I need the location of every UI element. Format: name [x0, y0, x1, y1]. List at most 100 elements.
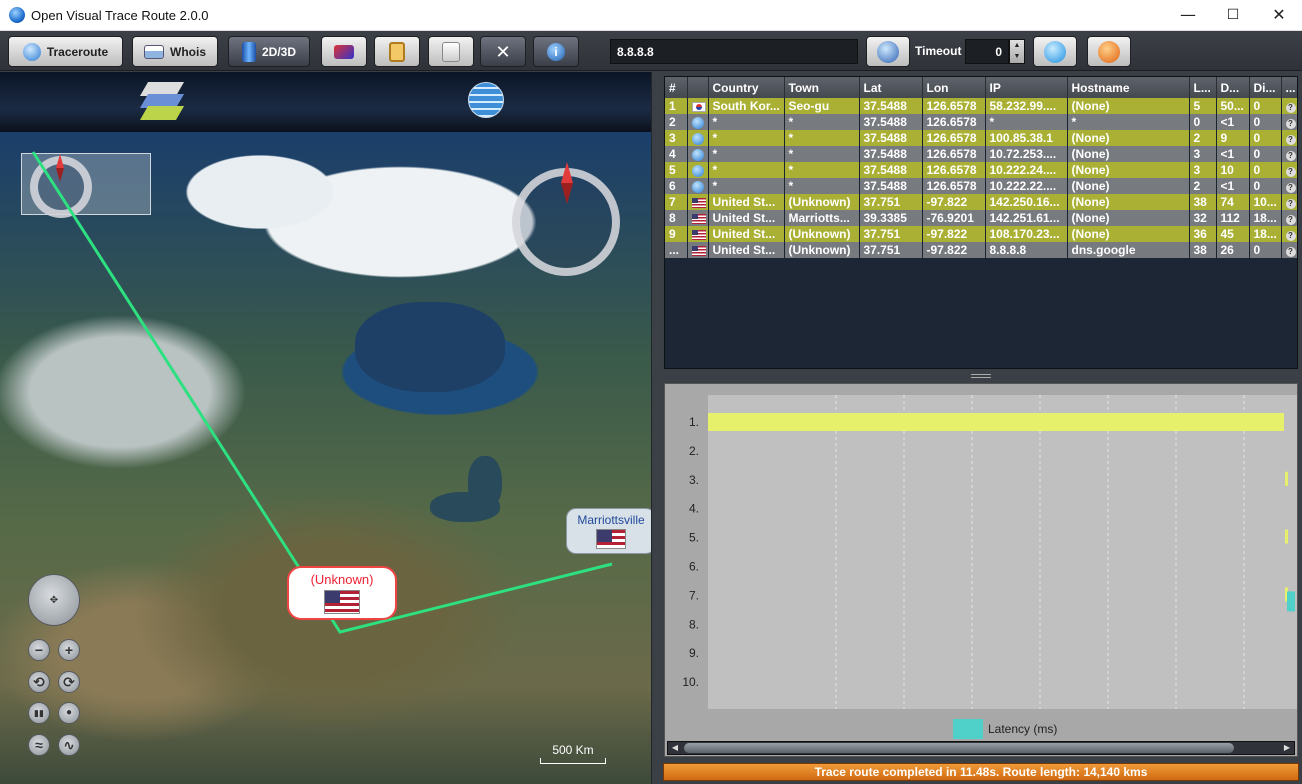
- scrollbar-thumb[interactable]: [684, 743, 1234, 753]
- cell-lon: 126.6578: [922, 178, 986, 194]
- timeout-spinner[interactable]: ▲ ▼: [1009, 39, 1025, 64]
- cell-d: 74: [1216, 194, 1250, 210]
- cell-country: United St...: [708, 226, 785, 242]
- cell-d: <1: [1216, 146, 1250, 162]
- table-row[interactable]: ... United St... (Unknown) 37.751 -97.822 8.8…: [665, 242, 1297, 258]
- window-title: Open Visual Trace Route 2.0.0: [31, 8, 209, 23]
- legend-label: Latency (ms): [988, 722, 1057, 736]
- cell-num: 6: [665, 178, 688, 194]
- header-col-more[interactable]: ...: [1281, 77, 1297, 98]
- export-button[interactable]: [428, 36, 474, 67]
- reset-button[interactable]: ●: [58, 702, 80, 724]
- chart-scrollbar[interactable]: ◀ ▶: [667, 741, 1295, 755]
- cell-d: 10: [1216, 162, 1250, 178]
- vertical-splitter[interactable]: [651, 72, 661, 784]
- question-icon[interactable]: ?: [1285, 199, 1296, 209]
- unknown-location-icon: [691, 180, 704, 193]
- info-cell: ?: [1281, 226, 1297, 242]
- zoom-in-button[interactable]: +: [58, 639, 80, 661]
- question-icon[interactable]: ?: [1285, 247, 1296, 257]
- question-icon[interactable]: ?: [1285, 151, 1296, 161]
- cell-l: 3: [1189, 162, 1217, 178]
- table-row[interactable]: 8 United St... Marriotts... 39.3385 -76.9201…: [665, 210, 1297, 226]
- table-row[interactable]: 2 * * 37.5488 126.6578 * * 0 <1 0?: [665, 114, 1297, 130]
- elevation-down-button[interactable]: ≈: [28, 734, 50, 756]
- us-flag-icon: [596, 529, 626, 549]
- table-row[interactable]: 7 United St... (Unknown) 37.751 -97.822 142.2…: [665, 194, 1297, 210]
- info-cell: ?: [1281, 98, 1297, 114]
- scroll-right-icon[interactable]: ▶: [1280, 741, 1294, 755]
- row-label: 4.: [689, 502, 699, 516]
- horizontal-splitter[interactable]: [661, 371, 1302, 381]
- settings-button[interactable]: ✕: [480, 36, 526, 67]
- question-icon[interactable]: ?: [1285, 215, 1296, 225]
- clipboard-button[interactable]: [374, 36, 420, 67]
- map-button[interactable]: [321, 36, 367, 67]
- title-bar: Open Visual Trace Route 2.0.0 — ☐ ✕: [0, 0, 1302, 31]
- question-icon[interactable]: ?: [1285, 135, 1296, 145]
- info-cell: ?: [1281, 210, 1297, 226]
- header-col-lon[interactable]: Lon: [922, 77, 986, 98]
- id-card-icon: [144, 44, 164, 59]
- table-row[interactable]: 4 * * 37.5488 126.6578 10.72.253.... (None) 3 <1…: [665, 146, 1297, 162]
- map-scale-bar: [540, 758, 606, 764]
- whois-button[interactable]: Whois: [132, 36, 218, 67]
- stop-button[interactable]: [1087, 36, 1131, 67]
- scroll-left-icon[interactable]: ◀: [668, 741, 682, 755]
- header-col-lat[interactable]: Lat: [859, 77, 923, 98]
- timeout-input[interactable]: 0: [965, 39, 1009, 64]
- cell-ip: 100.85.38.1: [985, 130, 1068, 146]
- about-button[interactable]: i: [533, 36, 579, 67]
- cell-lon: 126.6578: [922, 114, 986, 130]
- question-icon[interactable]: ?: [1285, 103, 1296, 113]
- zoom-out-button[interactable]: −: [28, 639, 50, 661]
- table-row[interactable]: 5 * * 37.5488 126.6578 10.222.24.... (None) 3 10…: [665, 162, 1297, 178]
- header-col-l[interactable]: L...: [1189, 77, 1217, 98]
- minimize-button[interactable]: —: [1165, 0, 1211, 31]
- header-col-num[interactable]: #: [665, 77, 688, 98]
- header-col-ip[interactable]: IP: [985, 77, 1068, 98]
- header-col-town[interactable]: Town: [784, 77, 860, 98]
- close-button[interactable]: ✕: [1256, 0, 1302, 31]
- mode-2d3d-button[interactable]: 2D/3D: [228, 36, 310, 67]
- elevation-up-button[interactable]: ∿: [58, 734, 80, 756]
- hop-label-marriottsville[interactable]: Marriottsville: [566, 508, 651, 554]
- map-view[interactable]: (Unknown) Marriottsville ✥ − + ⟲ ⟳ ▮▮ ● …: [0, 72, 651, 784]
- header-col-hostname[interactable]: Hostname: [1067, 77, 1190, 98]
- cell-lat: 37.5488: [859, 162, 923, 178]
- question-icon[interactable]: ?: [1285, 167, 1296, 177]
- table-row[interactable]: 3 * * 37.5488 126.6578 100.85.38.1 (None) 2 9 0?: [665, 130, 1297, 146]
- cell-lat: 37.5488: [859, 98, 923, 114]
- destination-input[interactable]: 8.8.8.8: [610, 39, 858, 64]
- table-row[interactable]: 1 South Kor... Seo-gu 37.5488 126.6578 58.232…: [665, 98, 1297, 114]
- network-button[interactable]: [866, 36, 910, 67]
- header-col-d[interactable]: D...: [1216, 77, 1250, 98]
- tilt-button[interactable]: ▮▮: [28, 702, 50, 724]
- header-col-country[interactable]: Country: [708, 77, 785, 98]
- table-row[interactable]: 9 United St... (Unknown) 37.751 -97.822 108.1…: [665, 226, 1297, 242]
- cell-d: 112: [1216, 210, 1250, 226]
- cell-num: 1: [665, 98, 688, 114]
- start-trace-button[interactable]: [1033, 36, 1077, 67]
- cell-num: 4: [665, 146, 688, 162]
- cell-di: 0: [1249, 162, 1282, 178]
- question-icon[interactable]: ?: [1285, 119, 1296, 129]
- rotate-right-button[interactable]: ⟳: [58, 671, 80, 693]
- hop-label-unknown[interactable]: (Unknown): [287, 566, 397, 620]
- pan-control[interactable]: ✥: [28, 574, 80, 626]
- question-icon[interactable]: ?: [1285, 183, 1296, 193]
- cell-num: 2: [665, 114, 688, 130]
- table-row[interactable]: 6 * * 37.5488 126.6578 10.222.22.... (None) 2 <1…: [665, 178, 1297, 194]
- cell-ip: 108.170.23...: [985, 226, 1068, 242]
- traceroute-button[interactable]: Traceroute: [8, 36, 123, 67]
- cell-l: 3: [1189, 146, 1217, 162]
- plot-area: [708, 395, 1297, 709]
- maximize-button[interactable]: ☐: [1210, 0, 1256, 31]
- header-col-di[interactable]: Di...: [1249, 77, 1282, 98]
- question-icon[interactable]: ?: [1285, 231, 1296, 241]
- cell-ip: 10.222.22....: [985, 178, 1068, 194]
- cell-town: (Unknown): [784, 226, 860, 242]
- header-col-flag[interactable]: [687, 77, 709, 98]
- rotate-left-button[interactable]: ⟲: [28, 671, 50, 693]
- cell-town: Seo-gu: [784, 98, 860, 114]
